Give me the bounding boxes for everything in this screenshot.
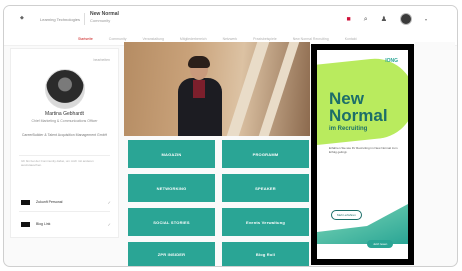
top-header: ◆ Learning Technologies New Normal Commu…	[4, 6, 457, 33]
social-icon	[21, 221, 30, 227]
brand-title: New Normal	[90, 11, 119, 17]
profile-card: bearbeiten Martina Gebhardt Chief Market…	[10, 48, 119, 238]
person-shirt	[193, 80, 205, 98]
tile-social-stories[interactable]: SOCIAL STORIES	[128, 208, 215, 236]
nav-item-event[interactable]: Veranstaltung	[143, 37, 164, 41]
tile-networking[interactable]: NETWORKING	[128, 174, 215, 202]
profile-avatar	[45, 69, 85, 109]
check-icon: ✓	[107, 199, 111, 205]
nav-item-start[interactable]: Startseite	[78, 37, 93, 41]
ad-primary-button[interactable]: Jetzt lesen	[367, 240, 394, 248]
ad-secondary-button[interactable]: Mehr erfahren	[331, 210, 362, 220]
check-icon: ✓	[107, 221, 111, 227]
avatar[interactable]	[399, 13, 412, 25]
tile-events[interactable]: Events Verwaltung	[222, 208, 309, 236]
ad-headline: New Normal	[329, 89, 388, 125]
profile-description: Ich bin bei der Community dabei, um mich…	[21, 159, 94, 167]
tile-speaker[interactable]: SPEAKER	[222, 174, 309, 202]
brand-divider	[84, 13, 85, 25]
brand[interactable]: New Normal Community	[90, 12, 119, 23]
ad-banner[interactable]: IONG New Normal im Recruiting Erfahren S…	[317, 50, 408, 259]
brand-subtitle: Community	[90, 18, 111, 23]
chevron-down-icon[interactable]: ▾	[425, 17, 427, 22]
ad-copy: Erfahren Sie wie Ihr Recruiting im New N…	[329, 146, 398, 154]
person-hair	[188, 56, 210, 68]
social-icon	[21, 199, 30, 205]
profile-role: Chief Marketing & Communications Officer	[31, 119, 98, 123]
photo-beam	[258, 42, 300, 136]
hero-photo	[124, 42, 310, 136]
ad-logo: IONG	[385, 58, 398, 64]
tile-zpr-insider[interactable]: ZPR INSIDER	[128, 242, 215, 266]
nav-item-community[interactable]: Community	[109, 37, 127, 41]
bell-icon[interactable]: ■	[347, 16, 351, 23]
nav-item-contact[interactable]: Kontakt	[345, 37, 357, 41]
header-icons: ■ ⌕ ♟ ▾	[347, 13, 427, 25]
social-row[interactable]: Zukunft Personal ✓	[21, 195, 111, 209]
divider	[19, 155, 110, 156]
profile-name: Martina Gebhardt	[45, 111, 84, 117]
nav-item-practice[interactable]: Praxisbeispiele	[253, 37, 277, 41]
tile-programm[interactable]: PROGRAMM	[222, 140, 309, 168]
divider	[19, 211, 110, 212]
menu-link[interactable]: Learning Technologies	[40, 17, 80, 22]
tile-blog-roll[interactable]: Blog Roll	[222, 242, 309, 266]
search-icon[interactable]: ⌕	[364, 16, 368, 23]
social-label: Blog Link	[36, 222, 51, 226]
photo-person	[174, 56, 224, 136]
logo-icon[interactable]: ◆	[20, 15, 24, 21]
profile-company: CareerBuilder & Talent Acquisition Manag…	[21, 133, 108, 137]
edit-profile-link[interactable]: bearbeiten	[93, 58, 110, 62]
nav-item-network[interactable]: Netzwerk	[223, 37, 238, 41]
tile-magazin[interactable]: MAGAZIN	[128, 140, 215, 168]
ad-wave-shape	[317, 204, 408, 244]
right-margin	[415, 42, 455, 264]
nav-item-recruiting[interactable]: New Normal Recruiting	[293, 37, 329, 41]
social-label: Zukunft Personal	[36, 200, 63, 204]
nav-item-members[interactable]: Mitgliederbereich	[180, 37, 207, 41]
user-icon[interactable]: ♟	[381, 16, 387, 23]
social-row[interactable]: Blog Link ✓	[21, 217, 111, 231]
ad-subheadline: im Recruiting	[329, 126, 368, 132]
